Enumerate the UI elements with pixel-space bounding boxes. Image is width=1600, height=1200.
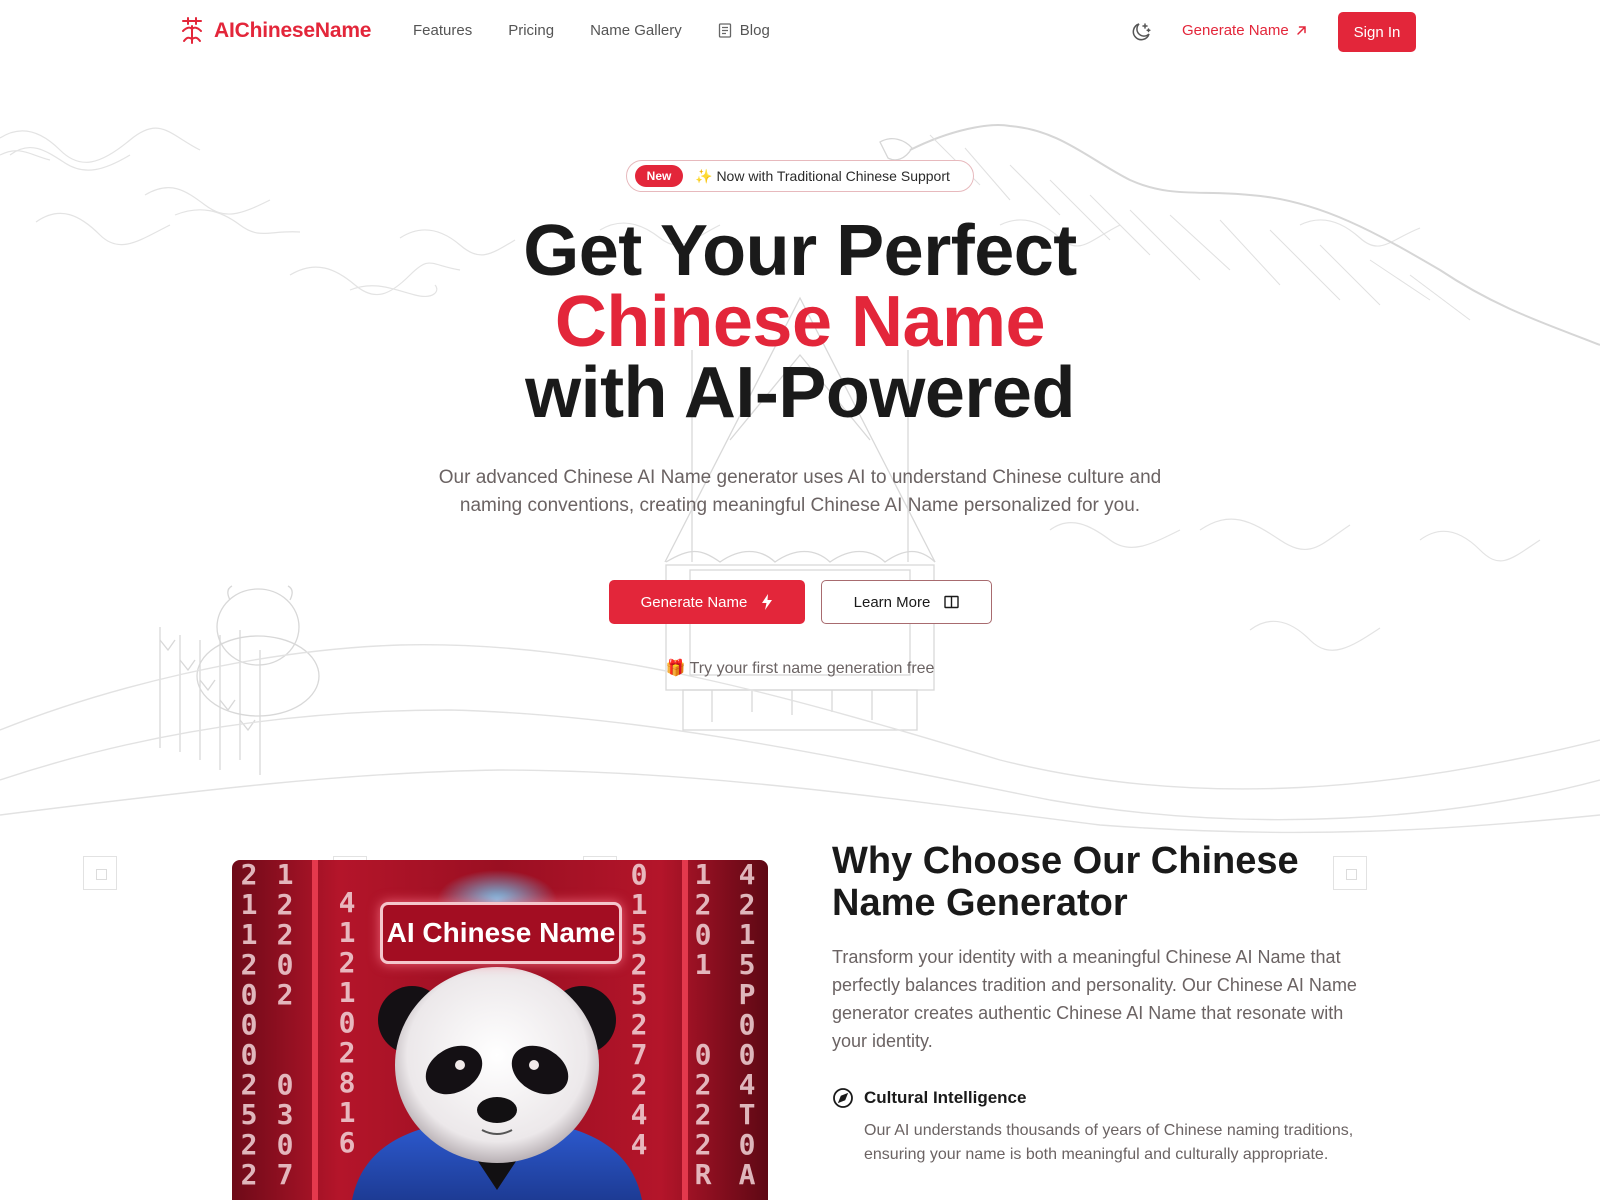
nav-blog[interactable]: Blog [718, 22, 770, 39]
panda-bamboo-decoration [159, 585, 320, 775]
hero-title-line-3: with AI-Powered [525, 353, 1075, 433]
hero-title: Get Your Perfect Chinese Name with AI-Po… [0, 211, 1600, 433]
nav-pricing[interactable]: Pricing [508, 22, 554, 39]
announcement-badge[interactable]: New ✨ Now with Traditional Chinese Suppor… [626, 160, 974, 192]
panda-feature-image: AI Chinese Name 21120002522 122020307 41… [232, 860, 768, 1200]
lightning-icon [762, 594, 773, 610]
why-choose-title: Why Choose Our Chinese Name Generator [832, 840, 1299, 924]
sign-in-button[interactable]: Sign In [1338, 12, 1416, 52]
digits-column: 21120002522 [240, 860, 258, 1191]
compass-icon [833, 1088, 853, 1108]
new-badge-pill: New [635, 165, 683, 187]
brand-logo-link[interactable]: AIChineseName [180, 17, 371, 45]
brand-name: AIChineseName [214, 19, 372, 42]
free-trial-text: Try your first name generation free [689, 660, 935, 677]
digits-column: 4215P004T0A [738, 860, 756, 1191]
gift-icon: 🎁 [665, 660, 686, 677]
hero-title-highlight: Chinese Name [554, 282, 1046, 362]
digits-column: 12010222R [694, 860, 712, 1191]
generate-name-button[interactable]: Generate Name [609, 580, 805, 624]
header-generate-name-label: Generate Name [1182, 22, 1289, 39]
digits-column: 122020307 [276, 860, 294, 1191]
book-open-icon [944, 595, 960, 609]
moon-stars-icon [1132, 23, 1151, 41]
sparkles-icon: ✨ [695, 167, 713, 184]
main-nav: Features Pricing Name Gallery Blog [413, 22, 770, 39]
feature-heading: Cultural Intelligence [832, 1087, 1362, 1109]
learn-more-button[interactable]: Learn More [821, 580, 992, 624]
nav-features[interactable]: Features [413, 22, 472, 39]
document-icon [718, 23, 731, 38]
why-choose-description: Transform your identity with a meaningfu… [832, 947, 1357, 1051]
nav-blog-label: Blog [739, 22, 770, 39]
generate-name-button-label: Generate Name [640, 593, 748, 611]
free-trial-note: 🎁 Try your first name generation free [0, 658, 1600, 678]
digits-column: 0152527244 [630, 860, 648, 1161]
arrow-up-right-icon [1296, 26, 1306, 35]
site-header: AIChineseName Features Pricing Name Gall… [0, 0, 1600, 64]
header-generate-name-link[interactable]: Generate Name [1182, 22, 1307, 39]
nav-name-gallery[interactable]: Name Gallery [590, 22, 682, 39]
feature-item: Cultural Intelligence Our AI understands… [832, 1087, 1362, 1167]
hero-subtitle: Our advanced Chinese AI Name generator u… [438, 467, 1162, 516]
hero-title-line-1: Get Your Perfect [523, 211, 1077, 291]
logo-icon [182, 17, 202, 44]
feature-description: Our AI understands thousands of years of… [864, 1122, 1354, 1163]
image-label: AI Chinese Name [380, 902, 622, 964]
announcement-text: ✨ Now with Traditional Chinese Support [695, 168, 950, 185]
digits-column: 412102816 [338, 886, 356, 1159]
learn-more-button-label: Learn More [853, 593, 931, 611]
feature-title: Cultural Intelligence [864, 1088, 1027, 1107]
theme-toggle-button[interactable] [1128, 19, 1154, 45]
decorative-square [83, 856, 117, 890]
announcement-label: Now with Traditional Chinese Support [716, 167, 950, 184]
